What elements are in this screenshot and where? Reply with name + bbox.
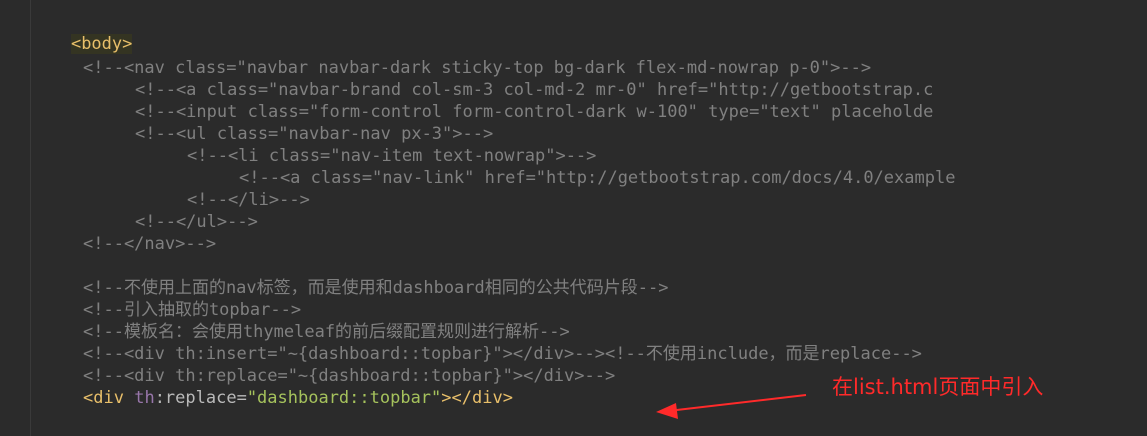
annotation-arrow-icon	[656, 394, 807, 419]
